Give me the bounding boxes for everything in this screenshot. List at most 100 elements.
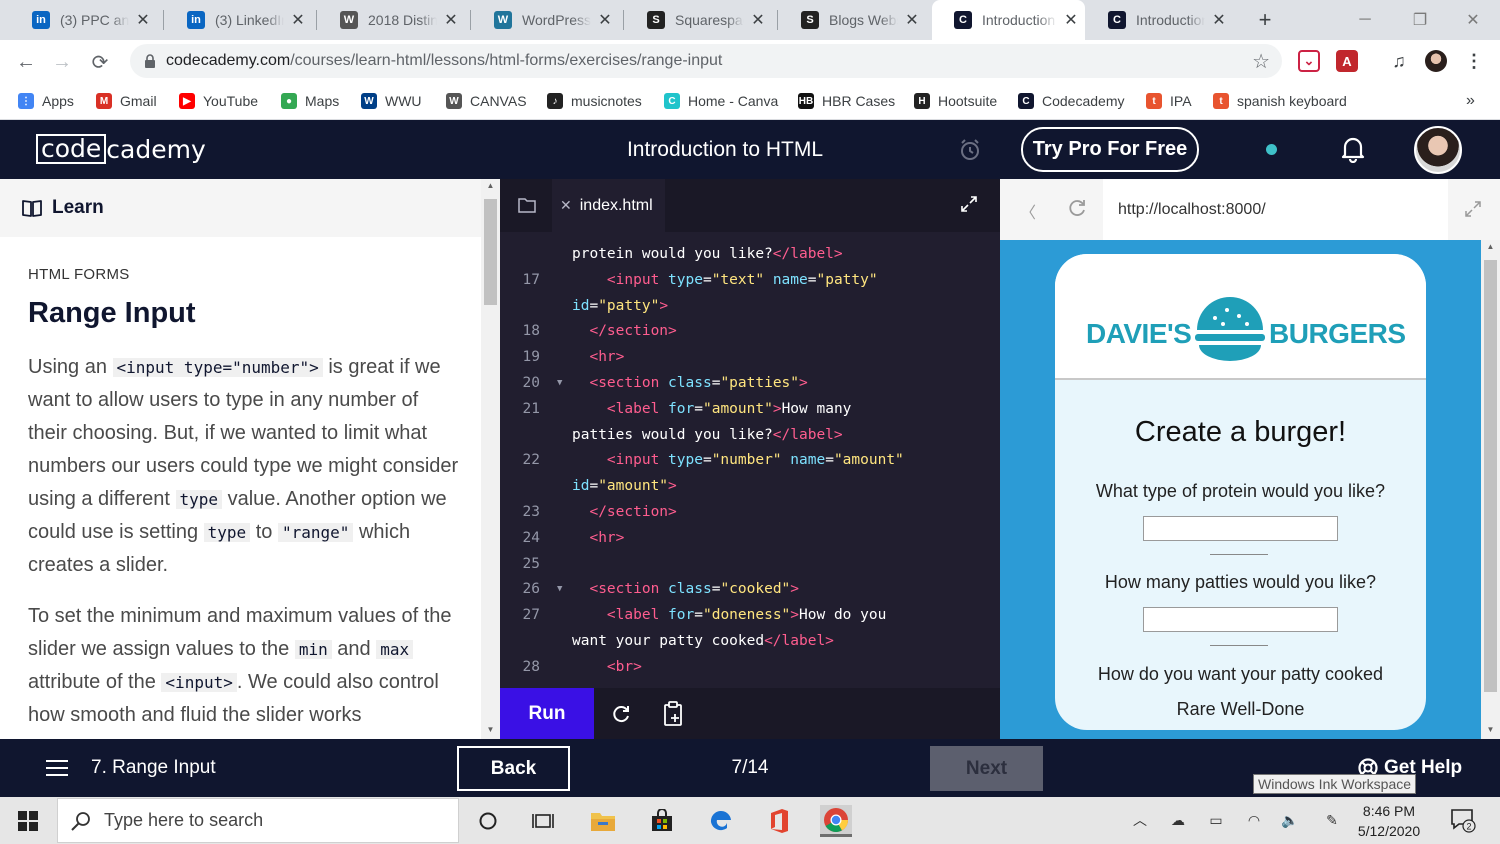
fold-arrow-icon[interactable]: ▼ <box>557 371 562 397</box>
try-pro-button[interactable]: Try Pro For Free <box>1021 127 1199 172</box>
code-line[interactable]: id="amount"> <box>500 474 1000 500</box>
edge-browser-icon[interactable] <box>705 805 737 837</box>
close-file-icon[interactable]: ✕ <box>560 197 572 214</box>
code-line[interactable]: 20 ▼ <section class="patties"> <box>500 371 1000 397</box>
hamburger-menu-icon[interactable] <box>46 760 68 776</box>
notification-bell-icon[interactable] <box>1340 135 1366 163</box>
url-omnibox[interactable]: codecademy.com/courses/learn-html/lesson… <box>130 44 1282 78</box>
chrome-menu-icon[interactable]: ⋮ <box>1463 50 1485 72</box>
code-line[interactable]: 21 <label for="amount">How many <box>500 397 1000 423</box>
back-button[interactable]: Back <box>457 746 570 791</box>
onedrive-icon[interactable]: ☁ <box>1168 810 1188 830</box>
windows-start-icon[interactable] <box>18 811 38 831</box>
alarm-clock-icon[interactable] <box>958 138 982 162</box>
forward-arrow-icon[interactable]: → <box>48 48 76 76</box>
restore-button[interactable]: ❐ <box>1395 0 1445 40</box>
code-line[interactable]: 22 <input type="number" name="amount" <box>500 448 1000 474</box>
code-line[interactable]: 24 <hr> <box>500 526 1000 552</box>
expand-preview-icon[interactable] <box>1465 201 1481 217</box>
code-line[interactable]: 19 <hr> <box>500 345 1000 371</box>
run-button[interactable]: Run <box>500 688 594 739</box>
preview-reload-icon[interactable] <box>1066 197 1088 219</box>
preview-back-icon[interactable]: 〈 <box>1020 199 1036 223</box>
learn-scrollbar[interactable]: ▲ ▼ <box>481 179 500 739</box>
bookmark-item[interactable]: HB HBR Cases <box>798 90 895 112</box>
user-avatar[interactable] <box>1414 126 1462 174</box>
windows-ink-pen-icon[interactable]: ✎ <box>1322 810 1342 830</box>
file-tab-index-html[interactable]: ✕ index.html <box>552 179 665 232</box>
course-title[interactable]: Introduction to HTML <box>560 120 890 179</box>
bookmark-item[interactable]: W CANVAS <box>446 90 527 112</box>
folder-icon[interactable] <box>518 197 536 213</box>
cortana-icon[interactable] <box>472 805 504 837</box>
bookmark-item[interactable]: ♪ musicnotes <box>547 90 642 112</box>
close-window-button[interactable]: ✕ <box>1448 0 1498 40</box>
browser-tab[interactable]: S Squarespace✕ <box>625 0 772 40</box>
taskbar-clock[interactable]: 8:46 PM 5/12/2020 <box>1354 801 1424 841</box>
close-tab-icon[interactable]: ✕ <box>898 10 926 30</box>
code-line[interactable]: 23 </section> <box>500 500 1000 526</box>
close-tab-icon[interactable]: ✕ <box>1205 10 1233 30</box>
browser-tab[interactable]: W WordPress.c✕ <box>472 0 619 40</box>
codecademy-logo[interactable]: code cademy <box>36 133 206 165</box>
scroll-up-arrow-icon[interactable]: ▲ <box>481 179 500 193</box>
code-line[interactable]: 25 <box>500 552 1000 578</box>
taskbar-search-box[interactable]: Type here to search <box>57 798 459 843</box>
bookmark-item[interactable]: ⋮ Apps <box>18 90 74 112</box>
bookmark-item[interactable]: t IPA <box>1146 90 1192 112</box>
fold-arrow-icon[interactable]: ▼ <box>557 577 562 603</box>
amount-number-input[interactable] <box>1143 607 1338 632</box>
close-tab-icon[interactable]: ✕ <box>437 10 465 30</box>
task-view-icon[interactable] <box>527 805 559 837</box>
office-icon[interactable] <box>763 805 795 837</box>
browser-tab[interactable]: in (3) LinkedIn ✕ <box>165 0 312 40</box>
browser-tab[interactable]: S Blogs Websi✕ <box>779 0 926 40</box>
bookmark-item[interactable]: ● Maps <box>281 90 339 112</box>
bookmark-item[interactable]: M Gmail <box>96 90 157 112</box>
bookmarks-overflow-button[interactable]: » <box>1466 90 1475 112</box>
close-tab-icon[interactable]: ✕ <box>1057 10 1085 30</box>
close-tab-icon[interactable]: ✕ <box>284 10 312 30</box>
microsoft-store-icon[interactable] <box>646 805 678 837</box>
acrobat-extension-icon[interactable]: A <box>1336 50 1358 72</box>
expand-editor-icon[interactable] <box>960 195 978 213</box>
current-lesson[interactable]: 7. Range Input <box>91 739 216 797</box>
bookmark-item[interactable]: C Codecademy <box>1018 90 1125 112</box>
pocket-extension-icon[interactable]: ⌄ <box>1298 50 1320 72</box>
reset-code-icon[interactable] <box>610 703 632 725</box>
back-arrow-icon[interactable]: ← <box>12 48 40 76</box>
bookmark-star-icon[interactable]: ☆ <box>1252 49 1270 74</box>
code-line[interactable]: 27 <label for="doneness">How do you <box>500 603 1000 629</box>
bookmark-item[interactable]: W WWU <box>361 90 422 112</box>
minimize-button[interactable]: ─ <box>1340 0 1390 40</box>
show-hidden-icons-icon[interactable]: ︿ <box>1130 810 1150 830</box>
copy-to-clipboard-icon[interactable] <box>663 701 685 727</box>
bookmark-item[interactable]: t spanish keyboard <box>1213 90 1347 112</box>
media-controls-icon[interactable]: ♫ <box>1388 50 1410 72</box>
code-line[interactable]: 28 <br> <box>500 655 1000 681</box>
preview-scrollbar-thumb[interactable] <box>1484 260 1497 692</box>
close-tab-icon[interactable]: ✕ <box>744 10 772 30</box>
preview-url-field[interactable]: http://localhost:8000/ <box>1103 179 1448 240</box>
file-explorer-icon[interactable] <box>587 805 619 837</box>
code-line[interactable]: 17 <input type="text" name="patty" <box>500 268 1000 294</box>
patty-text-input[interactable] <box>1143 516 1338 541</box>
reload-icon[interactable]: ⟳ <box>86 48 114 76</box>
close-tab-icon[interactable]: ✕ <box>129 10 157 30</box>
battery-icon[interactable]: ▭ <box>1206 810 1226 830</box>
browser-tab[interactable]: C Introduction ✕ <box>1086 0 1233 40</box>
volume-icon[interactable]: 🔈 <box>1280 810 1300 830</box>
code-line[interactable]: patties would you like?</label> <box>500 423 1000 449</box>
browser-tab[interactable]: in (3) PPC and✕ <box>10 0 157 40</box>
preview-scroll-up-icon[interactable]: ▲ <box>1481 240 1500 254</box>
wifi-icon[interactable]: ◠ <box>1244 810 1264 830</box>
chrome-taskbar-icon[interactable] <box>820 805 852 837</box>
action-center-icon[interactable]: 2 <box>1450 807 1476 833</box>
preview-scrollbar[interactable]: ▲ ▼ <box>1481 240 1500 739</box>
scroll-down-arrow-icon[interactable]: ▼ <box>481 723 500 737</box>
code-area[interactable]: protein would you like?</label> 17 <input… <box>500 242 1000 688</box>
code-line[interactable]: id="patty"> <box>500 294 1000 320</box>
code-line[interactable]: protein would you like?</label> <box>500 242 1000 268</box>
close-tab-icon[interactable]: ✕ <box>591 10 619 30</box>
bookmark-item[interactable]: C Home - Canva <box>664 90 778 112</box>
